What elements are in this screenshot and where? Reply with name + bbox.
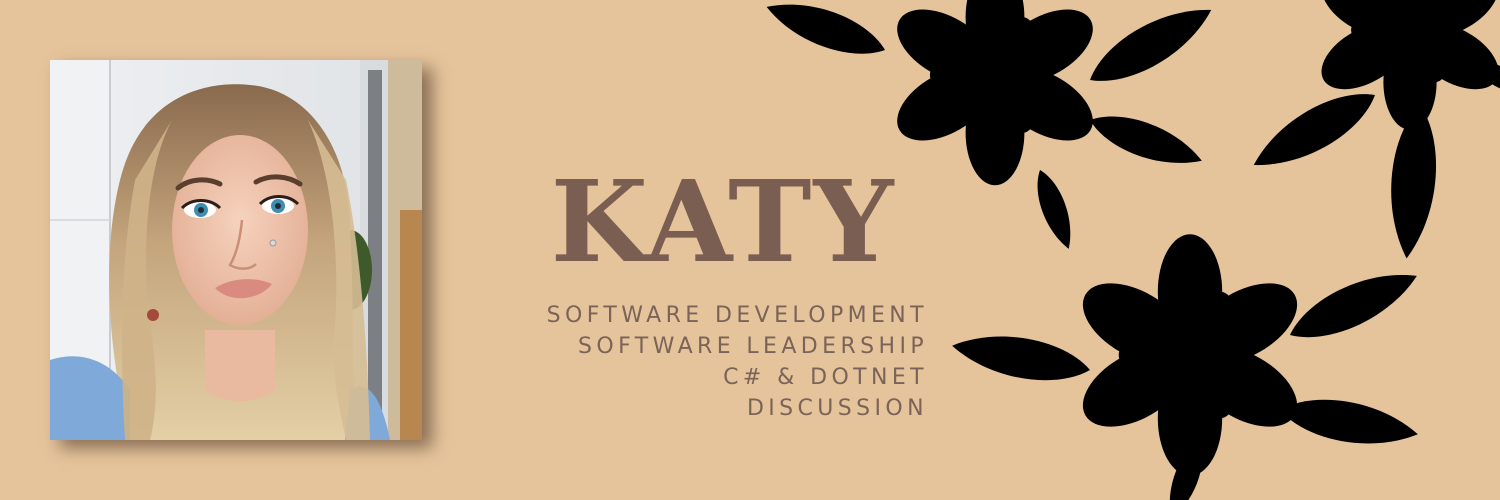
magnolia-top-right-icon	[1243, 0, 1500, 261]
magnolia-top-center-icon	[760, 0, 1222, 254]
magnolia-flowers-decoration	[760, 0, 1500, 500]
magnolia-bottom-right-icon	[948, 234, 1426, 500]
profile-banner: KATY SOFTWARE DEVELOPMENT SOFTWARE LEADE…	[0, 0, 1500, 500]
